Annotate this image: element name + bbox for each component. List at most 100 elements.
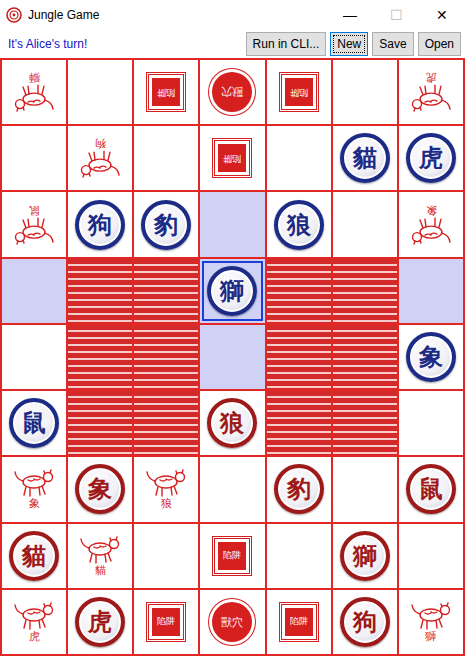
board-square[interactable] — [134, 524, 198, 588]
board-square[interactable]: 鼠 — [399, 457, 463, 521]
board-square[interactable] — [399, 259, 463, 323]
game-piece[interactable]: 獅 — [207, 266, 257, 316]
board-square[interactable]: 陷阱 — [200, 126, 264, 190]
board-square[interactable] — [2, 259, 66, 323]
game-piece[interactable]: 狼 — [274, 200, 324, 250]
square-surface — [333, 259, 397, 323]
board-square[interactable]: 豹 — [134, 192, 198, 256]
board-square[interactable]: 貓 — [2, 524, 66, 588]
board-square[interactable]: 象 — [399, 325, 463, 389]
board-square[interactable] — [333, 457, 397, 521]
water-square[interactable] — [68, 325, 132, 389]
board-square[interactable]: 虎 — [399, 60, 463, 124]
board-square[interactable] — [267, 524, 331, 588]
run-in-cli-button[interactable]: Run in CLI... — [246, 32, 327, 56]
board-square[interactable] — [267, 126, 331, 190]
board-square[interactable]: 虎 — [68, 590, 132, 654]
open-button[interactable]: Open — [418, 32, 461, 56]
game-piece[interactable]: 獅 — [340, 531, 390, 581]
selection-frame: 獅 — [335, 526, 395, 586]
board-square[interactable]: 狼 — [267, 192, 331, 256]
game-piece[interactable]: 象 — [75, 464, 125, 514]
board-square[interactable] — [200, 457, 264, 521]
board-square[interactable] — [2, 126, 66, 190]
board-square[interactable]: 獅 — [333, 524, 397, 588]
board-square[interactable] — [333, 192, 397, 256]
square-surface: 獅 — [200, 259, 264, 323]
water-square[interactable] — [333, 325, 397, 389]
board-square[interactable] — [134, 126, 198, 190]
square-surface — [68, 259, 132, 323]
close-button[interactable]: ✕ — [419, 0, 465, 30]
new-button[interactable]: New — [330, 32, 368, 56]
minimize-button[interactable]: — — [327, 0, 373, 30]
animal-print: 狼 — [144, 468, 188, 510]
water-square[interactable] — [333, 391, 397, 455]
water-square[interactable] — [267, 391, 331, 455]
board-square[interactable]: 獅 — [200, 259, 264, 323]
board-square[interactable] — [200, 192, 264, 256]
water-square[interactable] — [267, 325, 331, 389]
board-square[interactable] — [68, 60, 132, 124]
water-square[interactable] — [68, 259, 132, 323]
water-square[interactable] — [134, 325, 198, 389]
game-piece[interactable]: 豹 — [274, 464, 324, 514]
game-piece[interactable]: 虎 — [406, 133, 456, 183]
board-square[interactable] — [333, 60, 397, 124]
board-square[interactable] — [2, 325, 66, 389]
board-square[interactable]: 虎 — [399, 126, 463, 190]
board-square[interactable]: 狗 — [333, 590, 397, 654]
animal-print-label: 獅 — [425, 631, 436, 643]
square-surface: 陷阱 — [200, 126, 264, 190]
game-piece[interactable]: 象 — [406, 332, 456, 382]
board-square[interactable]: 象 — [399, 192, 463, 256]
animal-print: 狗 — [78, 137, 122, 179]
game-piece[interactable]: 鼠 — [406, 464, 456, 514]
water-square[interactable] — [134, 391, 198, 455]
board-square[interactable]: 陷阱 — [267, 590, 331, 654]
board-square[interactable]: 陷阱 — [267, 60, 331, 124]
board-square[interactable]: 陷阱 — [134, 60, 198, 124]
water-square[interactable] — [68, 391, 132, 455]
selection-frame: 鼠 — [4, 393, 64, 453]
selection-frame: 狼 — [269, 194, 329, 254]
board-square[interactable]: 虎 — [2, 590, 66, 654]
water-square[interactable] — [134, 259, 198, 323]
water-square[interactable] — [267, 259, 331, 323]
board-square[interactable]: 狗 — [68, 192, 132, 256]
board-square[interactable] — [399, 391, 463, 455]
board-square[interactable]: 獸穴 — [200, 590, 264, 654]
game-piece[interactable]: 狼 — [207, 398, 257, 448]
square-surface — [200, 192, 264, 256]
board-square[interactable]: 獸穴 — [200, 60, 264, 124]
board-square[interactable]: 獅 — [399, 590, 463, 654]
board-square[interactable]: 陷阱 — [134, 590, 198, 654]
water-square[interactable] — [333, 259, 397, 323]
board-square[interactable]: 貓 — [68, 524, 132, 588]
animal-print-icon — [12, 216, 56, 246]
board-square[interactable]: 獅 — [2, 60, 66, 124]
board-square[interactable]: 象 — [68, 457, 132, 521]
board-square[interactable]: 象 — [2, 457, 66, 521]
game-piece[interactable]: 狗 — [75, 200, 125, 250]
game-piece[interactable]: 鼠 — [9, 398, 59, 448]
board-square[interactable]: 貓 — [333, 126, 397, 190]
board-square[interactable]: 狼 — [200, 391, 264, 455]
animal-print: 虎 — [409, 71, 453, 113]
board-square[interactable] — [200, 325, 264, 389]
game-piece[interactable]: 狗 — [340, 597, 390, 647]
game-piece[interactable]: 貓 — [340, 133, 390, 183]
board-square[interactable]: 鼠 — [2, 391, 66, 455]
selection-frame: 象 — [401, 327, 461, 387]
board-square[interactable]: 狗 — [68, 126, 132, 190]
board-square[interactable] — [399, 524, 463, 588]
board-square[interactable]: 狼 — [134, 457, 198, 521]
save-button[interactable]: Save — [372, 32, 413, 56]
board-square[interactable]: 陷阱 — [200, 524, 264, 588]
game-piece[interactable]: 虎 — [75, 597, 125, 647]
board-square[interactable]: 豹 — [267, 457, 331, 521]
game-piece[interactable]: 貓 — [9, 531, 59, 581]
board-square[interactable]: 鼠 — [2, 192, 66, 256]
game-piece[interactable]: 豹 — [141, 200, 191, 250]
square-surface — [333, 60, 397, 124]
